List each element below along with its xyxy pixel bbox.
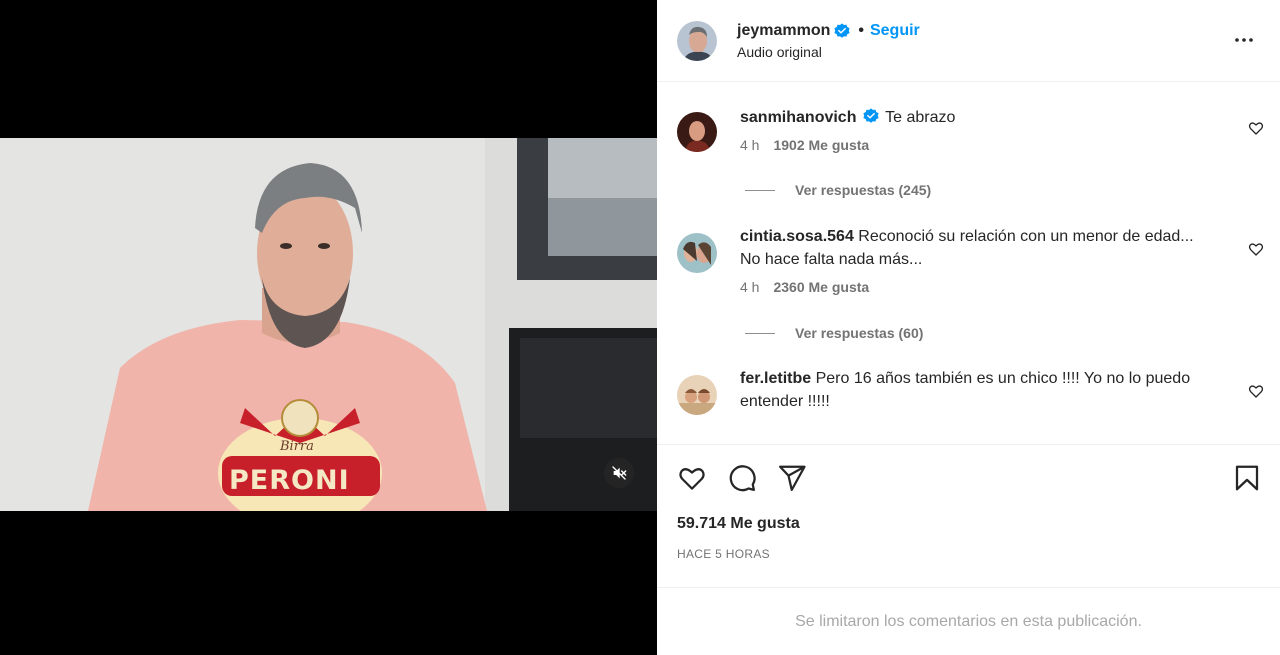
- commenter-avatar[interactable]: [677, 112, 717, 152]
- post-header: jeymammon • Seguir Audio original: [657, 0, 1280, 82]
- comment-time[interactable]: 4 h: [740, 279, 759, 295]
- heart-icon[interactable]: [1248, 383, 1264, 399]
- comment-username[interactable]: sanmihanovich: [740, 109, 856, 126]
- comment-item: sanmihanovich Te abrazo 4 h 1902 Me gust…: [657, 108, 1280, 153]
- comment-icon[interactable]: [727, 463, 757, 493]
- comment-username[interactable]: cintia.sosa.564: [740, 228, 854, 245]
- commenter-avatar[interactable]: [677, 233, 717, 273]
- mute-toggle-button[interactable]: [604, 458, 634, 488]
- comment-text: Pero 16 años también es un chico !!!! Yo…: [815, 370, 1191, 387]
- comment-text: Te abrazo: [885, 109, 956, 126]
- post-likes-count[interactable]: 59.714 Me gusta: [677, 515, 800, 533]
- more-options-icon[interactable]: [1232, 28, 1256, 52]
- comment-username[interactable]: fer.letitbe: [740, 370, 811, 387]
- comments-list[interactable]: sanmihanovich Te abrazo 4 h 1902 Me gust…: [657, 82, 1280, 444]
- verified-badge-icon: [863, 108, 879, 123]
- muted-icon: [612, 466, 627, 480]
- post-side-panel: jeymammon • Seguir Audio original sanmih…: [657, 0, 1280, 655]
- video-frame: [0, 138, 657, 511]
- view-replies-button[interactable]: Ver respuestas (245): [745, 180, 1280, 200]
- comments-limited-notice: Se limitaron los comentarios en esta pub…: [657, 587, 1280, 655]
- comment-likes[interactable]: 2360 Me gusta: [773, 279, 869, 295]
- author-username[interactable]: jeymammon: [737, 22, 830, 40]
- bookmark-icon[interactable]: [1232, 463, 1262, 493]
- replies-divider: [745, 332, 775, 334]
- commenter-avatar[interactable]: [677, 375, 717, 415]
- follow-button[interactable]: Seguir: [870, 22, 920, 40]
- replies-divider: [745, 189, 775, 191]
- comment-text-continued: entender !!!!!: [740, 393, 830, 410]
- action-icons-row: [677, 463, 1262, 493]
- comment-likes[interactable]: 1902 Me gusta: [773, 137, 869, 153]
- post-actions: 59.714 Me gusta HACE 5 HORAS: [657, 444, 1280, 587]
- comment-text-continued: No hace falta nada más...: [740, 251, 923, 268]
- view-replies-label: Ver respuestas (245): [795, 182, 932, 198]
- post-timestamp[interactable]: HACE 5 HORAS: [677, 547, 770, 561]
- view-replies-label: Ver respuestas (60): [795, 325, 924, 341]
- comment-time[interactable]: 4 h: [740, 137, 759, 153]
- heart-icon[interactable]: [1248, 241, 1264, 257]
- verified-badge-icon: [834, 22, 850, 38]
- comment-item: cintia.sosa.564 Reconoció su relación co…: [657, 228, 1280, 295]
- post-viewer: Birra PERONI jeymammon • Seguir Audio or…: [0, 0, 1280, 655]
- audio-label[interactable]: Audio original: [737, 44, 920, 60]
- view-replies-button[interactable]: Ver respuestas (60): [745, 323, 1280, 343]
- media-area[interactable]: Birra PERONI: [0, 0, 657, 655]
- heart-icon[interactable]: [1248, 120, 1264, 136]
- share-icon[interactable]: [777, 463, 807, 493]
- video-player[interactable]: Birra PERONI: [0, 138, 657, 511]
- shirt-brand-text: PERONI: [229, 465, 350, 496]
- shirt-script-text: Birra: [280, 439, 314, 454]
- header-separator: •: [858, 21, 864, 39]
- comment-text: Reconoció su relación con un menor de ed…: [858, 228, 1194, 245]
- comment-item: fer.letitbe Pero 16 años también es un c…: [657, 370, 1280, 431]
- author-avatar[interactable]: [677, 20, 717, 61]
- heart-icon[interactable]: [677, 463, 707, 493]
